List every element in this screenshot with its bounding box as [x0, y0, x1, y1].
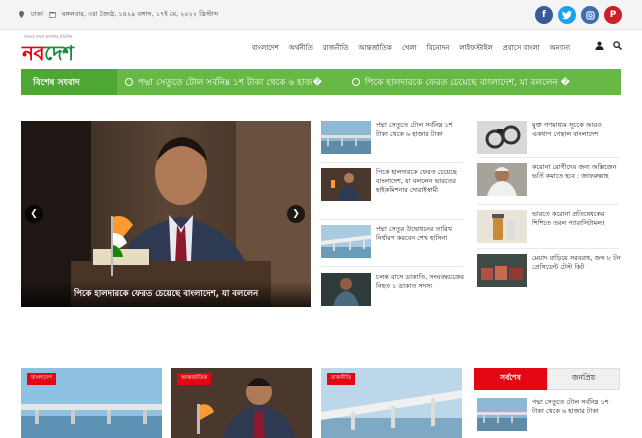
nav-item-others[interactable]: অন্যান্য	[550, 42, 571, 54]
tab-popular[interactable]: জনপ্রিয়	[547, 368, 620, 390]
logo-wordmark: নবদেশ	[22, 41, 74, 65]
hero-slider[interactable]: ❮ ❯ পিকে হালদারকে ফেরত চেয়েছে বাংলাদেশ,…	[21, 121, 311, 307]
nav-item-sports[interactable]: খেলা	[402, 42, 417, 54]
bridge-thumbnail	[477, 398, 527, 431]
list-item-title: পদ্মা সেতুর উদ্বোধনের তারিখ নির্ধারণ করব…	[376, 225, 453, 243]
ticker-label: বিশেষ সংবাদ	[21, 69, 117, 95]
slider-next-button[interactable]: ❯	[287, 205, 305, 223]
hero-image	[21, 121, 311, 307]
top-info: ঢাকা মঙ্গলবার, ৩রা জ্যৈষ্ঠ, ১৪২৯ বঙ্গাব্…	[18, 9, 218, 20]
ticker-items: পদ্মা সেতুতে টোল সর্বনিম্ন ১শ টাকা থেকে …	[125, 69, 570, 95]
location-text: ঢাকা	[31, 10, 43, 18]
handcuff-thumbnail	[477, 121, 527, 154]
circle-icon	[351, 78, 360, 86]
list-item[interactable]: ভারতে করোনা প্রতিষেধকের শিশিতে তরল প্যার…	[477, 210, 619, 250]
list-item[interactable]: মুক্ত গণমাধ্যম সূচকে আরও একধাপ পেছাল বাং…	[477, 121, 619, 161]
list-item[interactable]: করোনা রোগীদের জন্য অক্সিজেন ভর্তি কমাতে …	[477, 163, 619, 203]
divider	[477, 248, 619, 249]
sidebar-tabs: সর্বশেষ জনপ্রিয়	[474, 368, 620, 390]
bridge-thumbnail	[321, 225, 371, 258]
category-card-politics[interactable]: রাজনীতি	[321, 368, 462, 438]
social-links: f P	[535, 6, 622, 24]
slider-prev-button[interactable]: ❮	[25, 205, 43, 223]
ticker-item[interactable]: পদ্মা সেতুতে টোল সর্বনিম্ন ১শ টাকা থেকে …	[125, 75, 322, 90]
search-icon[interactable]	[613, 41, 622, 50]
tab-latest[interactable]: সর্বশেষ	[474, 368, 547, 390]
list-item-title: মেয়াদ বাড়িয়ে সরবরাহ, জব্দ ৮ টন প্রেসি…	[532, 254, 621, 272]
nav-item-international[interactable]: আন্তর্জাতিক	[358, 42, 391, 54]
instagram-icon[interactable]	[581, 6, 599, 24]
nav-item-politics[interactable]: রাজনীতি	[323, 42, 349, 54]
list-item[interactable]: পদ্মা সেতুর উদ্বোধনের তারিখ নির্ধারণ করব…	[321, 225, 463, 265]
date-text: মঙ্গলবার, ৩রা জ্যৈষ্ঠ, ১৪২৯ বঙ্গাব্দ, ১৭…	[62, 10, 219, 18]
divider	[321, 266, 463, 267]
pinterest-icon[interactable]: P	[604, 6, 622, 24]
kit-thumbnail	[477, 254, 527, 287]
bridge-thumbnail	[321, 121, 371, 154]
divider	[321, 219, 463, 220]
location-pin-icon	[19, 11, 24, 18]
person-thumbnail	[477, 163, 527, 196]
list-item-title: পদ্মা সেতুতে টোল সর্বনিম্ন ১শ টাকা থেকে …	[376, 121, 453, 139]
category-badge[interactable]: রাজনীতি	[327, 373, 356, 385]
list-item[interactable]: পদ্মা সেতুতে টোল সর্বনিম্ন ১শ টাকা থেকে …	[477, 398, 619, 438]
list-item[interactable]: মেয়াদ বাড়িয়ে সরবরাহ, জব্দ ৮ টন প্রেসি…	[477, 254, 621, 294]
person-thumbnail	[321, 273, 371, 306]
category-card-international[interactable]: আন্তর্জাতিক	[171, 368, 312, 438]
list-item[interactable]: চলন্ত বাসে ডাকাতি, সংঘবদ্ধচক্রের নিহত ১ …	[321, 273, 464, 313]
nav-item-lifestyle[interactable]: লাইফস্টাইল	[459, 42, 492, 54]
nav-item-bangladesh[interactable]: বাংলাদেশ	[252, 42, 279, 54]
divider	[477, 157, 619, 158]
divider	[477, 204, 619, 205]
hero-caption[interactable]: পিকে হালদারকে ফেরত চেয়েছে বাংলাদেশ, যা …	[21, 281, 311, 307]
main-nav: বাংলাদেশ অর্থনীতি রাজনীতি আন্তর্জাতিক খে…	[252, 42, 570, 54]
nav-item-economy[interactable]: অর্থনীতি	[289, 42, 313, 54]
calendar-icon	[49, 12, 56, 18]
category-badge[interactable]: আন্তর্জাতিক	[177, 373, 212, 385]
nav-item-entertainment[interactable]: বিনোদন	[427, 42, 450, 54]
site-logo[interactable]: সত্যের সাথে আপনার প্রতিদিন নবদেশ	[22, 34, 114, 65]
list-item-title: চলন্ত বাসে ডাকাতি, সংঘবদ্ধচক্রের নিহত ১ …	[376, 273, 464, 291]
ticker-item[interactable]: পিকে হালদারকে ফেরত চেয়েছে বাংলাদেশ, যা …	[351, 75, 570, 90]
site-header: সত্যের সাথে আপনার প্রতিদিন নবদেশ বাংলাদে…	[0, 30, 642, 66]
facebook-icon[interactable]: f	[535, 6, 553, 24]
list-item-title: করোনা রোগীদের জন্য অক্সিজেন ভর্তি কমাতে …	[532, 163, 617, 181]
user-icon[interactable]	[595, 41, 604, 50]
list-item-title: ভারতে করোনা প্রতিষেধকের শিশিতে তরল প্যার…	[532, 210, 605, 228]
list-item-title: পদ্মা সেতুতে টোল সর্বনিম্ন ১শ টাকা থেকে …	[532, 398, 609, 416]
header-icons	[595, 41, 622, 50]
category-card-bangladesh[interactable]: বাংলাদেশ	[21, 368, 162, 438]
list-item[interactable]: পিকে হালদারকে ফেরত চেয়েছে বাংলাদেশ, যা …	[321, 168, 463, 208]
medicine-thumbnail	[477, 210, 527, 243]
list-item[interactable]: পদ্মা সেতুতে টোল সর্বনিম্ন ১শ টাকা থেকে …	[321, 121, 463, 161]
top-bar: ঢাকা মঙ্গলবার, ৩রা জ্যৈষ্ঠ, ১৪২৯ বঙ্গাব্…	[0, 0, 642, 30]
person-thumbnail	[321, 168, 371, 201]
breaking-news-ticker: বিশেষ সংবাদ পদ্মা সেতুতে টোল সর্বনিম্ন ১…	[21, 69, 621, 95]
circle-icon	[125, 78, 133, 86]
divider	[321, 162, 463, 163]
nav-item-probashe[interactable]: প্রবাসে বাংলা	[503, 42, 540, 54]
list-item-title: পিকে হালদারকে ফেরত চেয়েছে বাংলাদেশ, যা …	[376, 168, 457, 195]
category-badge[interactable]: বাংলাদেশ	[27, 373, 57, 385]
list-item-title: মুক্ত গণমাধ্যম সূচকে আরও একধাপ পেছাল বাং…	[532, 121, 602, 139]
twitter-icon[interactable]	[558, 6, 576, 24]
